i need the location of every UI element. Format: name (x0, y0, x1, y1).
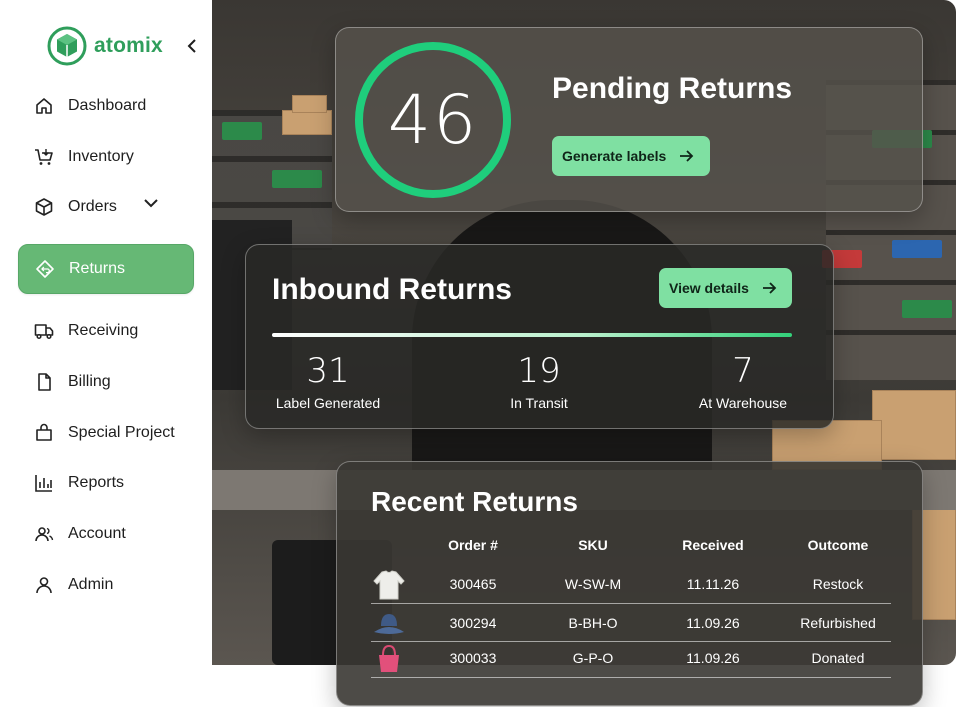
return-tag-icon (36, 260, 54, 278)
brand-name: atomix (94, 34, 163, 57)
sidebar: atomix Dashboard Inventory Orders Return… (0, 0, 212, 707)
pending-count: 46 (387, 80, 479, 160)
column-header-outcome[interactable]: Outcome (783, 537, 893, 553)
stat-label: In Transit (510, 395, 568, 411)
cell-received: 11.11.26 (686, 576, 740, 592)
sidebar-item-label: Returns (69, 260, 126, 277)
cell-outcome: Restock (812, 576, 864, 592)
cart-icon (35, 149, 53, 165)
sidebar-item-inventory[interactable]: Inventory (18, 132, 194, 182)
sidebar-item-label: Orders (68, 198, 117, 215)
cell-sku: W-SW-M (564, 576, 622, 592)
bag-icon (36, 423, 52, 441)
stat-in-transit: 19 In Transit (484, 351, 594, 411)
cell-sku: G-P-O (572, 650, 614, 666)
view-details-button[interactable]: View details (659, 268, 792, 308)
inbound-returns-title: Inbound Returns (272, 273, 512, 306)
inbound-progress-bar (272, 333, 792, 337)
button-label: View details (669, 280, 749, 296)
sidebar-item-label: Inventory (68, 148, 134, 165)
sidebar-item-receiving[interactable]: Receiving (18, 306, 194, 356)
sidebar-item-returns[interactable]: Returns (18, 244, 194, 294)
atomix-logo-icon (47, 26, 87, 66)
cell-order: 300294 (449, 615, 497, 631)
sidebar-item-label: Receiving (68, 322, 139, 339)
table-row[interactable]: 300465 W-SW-M 11.11.26 Restock (371, 567, 891, 603)
button-label: Generate labels (562, 148, 667, 164)
arrow-right-icon (680, 150, 694, 162)
handbag-icon (379, 644, 399, 672)
pending-returns-title: Pending Returns (552, 72, 793, 105)
sidebar-item-reports[interactable]: Reports (18, 458, 194, 508)
sidebar-item-billing[interactable]: Billing (18, 357, 194, 407)
cell-order: 300465 (449, 576, 497, 592)
collapse-sidebar-button[interactable] (184, 36, 200, 56)
table-row[interactable]: 300033 G-P-O 11.09.26 Donated (371, 641, 891, 677)
sidebar-item-admin[interactable]: Admin (18, 560, 194, 610)
truck-icon (34, 324, 54, 340)
chevron-left-icon (187, 39, 196, 53)
sidebar-item-label: Special Project (68, 424, 175, 441)
sidebar-item-label: Account (68, 525, 126, 542)
chevron-down-icon[interactable] (144, 198, 158, 208)
brand[interactable]: atomix (46, 25, 163, 67)
stat-label: At Warehouse (698, 395, 788, 411)
box-icon (35, 198, 53, 216)
sidebar-item-special-project[interactable]: Special Project (18, 408, 194, 458)
table-row[interactable]: 300294 B-BH-O 11.09.26 Refurbished (371, 606, 891, 642)
users-icon (35, 527, 54, 542)
cell-received: 11.09.26 (686, 650, 740, 666)
sidebar-item-account[interactable]: Account (18, 509, 194, 559)
stat-value: 31 (306, 351, 350, 391)
pending-returns-card: 46 Pending Returns Generate labels (335, 27, 923, 212)
cell-order: 300033 (449, 650, 497, 666)
sweater-icon (373, 570, 405, 600)
cell-outcome: Donated (811, 650, 865, 666)
bucket-hat-icon (374, 614, 404, 634)
sidebar-item-dashboard[interactable]: Dashboard (18, 81, 194, 131)
stat-label: Label Generated (275, 395, 381, 411)
generate-labels-button[interactable]: Generate labels (552, 136, 710, 176)
bar-chart-icon (35, 475, 52, 492)
stat-value: 7 (732, 351, 754, 391)
user-icon (36, 577, 52, 594)
stat-label-generated: 31 Label Generated (268, 351, 388, 411)
stat-value: 19 (517, 351, 561, 391)
cell-outcome: Refurbished (800, 615, 876, 631)
recent-returns-title: Recent Returns (371, 486, 578, 517)
sidebar-item-orders[interactable]: Orders (18, 182, 194, 232)
column-header-order[interactable]: Order # (418, 537, 528, 553)
cell-sku: B-BH-O (568, 615, 618, 631)
sidebar-item-label: Admin (68, 576, 114, 593)
inbound-returns-card: Inbound Returns View details 31 Label Ge… (245, 244, 834, 429)
column-header-received[interactable]: Received (658, 537, 768, 553)
column-header-sku[interactable]: SKU (538, 537, 648, 553)
stat-at-warehouse: 7 At Warehouse (688, 351, 798, 411)
sidebar-item-label: Billing (68, 373, 111, 390)
recent-returns-card: Recent Returns Order # SKU Received Outc… (336, 461, 923, 706)
sidebar-item-label: Reports (68, 474, 125, 491)
home-icon (36, 98, 52, 114)
arrow-right-icon (762, 282, 777, 294)
sidebar-item-label: Dashboard (68, 97, 147, 114)
file-icon (38, 373, 51, 391)
cell-received: 11.09.26 (686, 615, 740, 631)
